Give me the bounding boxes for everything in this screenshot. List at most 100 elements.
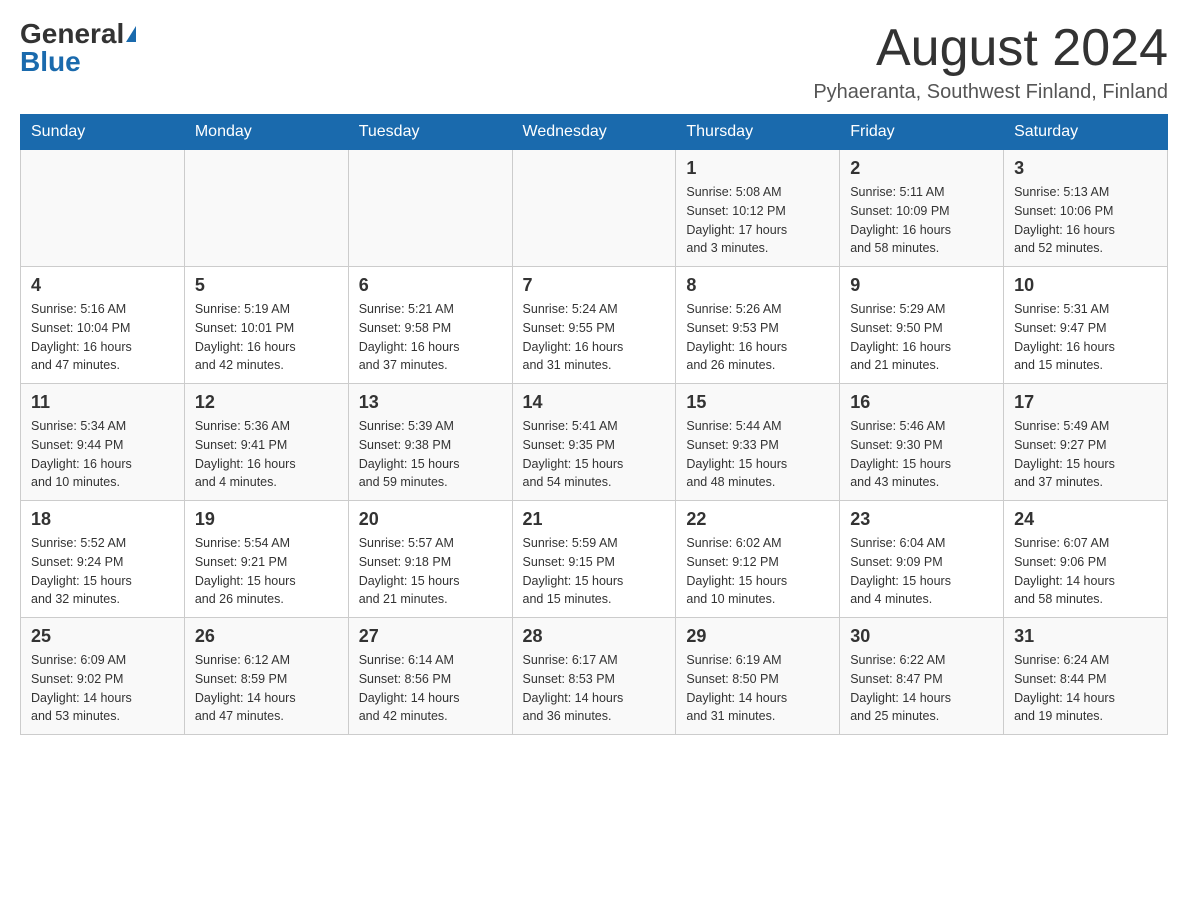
days-of-week-row: SundayMondayTuesdayWednesdayThursdayFrid… xyxy=(21,115,1168,150)
calendar-cell: 7 Sunrise: 5:24 AMSunset: 9:55 PMDaylight… xyxy=(512,267,676,384)
calendar-cell: 30Sunrise: 6:22 AMSunset: 8:47 PMDayligh… xyxy=(840,618,1004,735)
calendar-cell: 9 Sunrise: 5:29 AMSunset: 9:50 PMDaylight… xyxy=(840,267,1004,384)
calendar-header: SundayMondayTuesdayWednesdayThursdayFrid… xyxy=(21,115,1168,150)
day-info: Sunrise: 5:41 AMSunset: 9:35 PMDaylight:… xyxy=(523,417,666,492)
day-info: Sunrise: 6:24 AMSunset: 8:44 PMDaylight:… xyxy=(1014,651,1157,726)
calendar-cell: 31 Sunrise: 6:24 AMSunset: 8:44 PMDayligh… xyxy=(1004,618,1168,735)
calendar-cell xyxy=(512,150,676,267)
calendar-cell: 14 Sunrise: 5:41 AMSunset: 9:35 PMDayligh… xyxy=(512,384,676,501)
logo: General Blue xyxy=(20,20,136,76)
day-info: Sunrise: 5:39 AMSunset: 9:38 PMDaylight:… xyxy=(359,417,502,492)
day-number: 10 xyxy=(1014,275,1157,296)
day-number: 16 xyxy=(850,392,993,413)
day-number: 27 xyxy=(359,626,502,647)
day-number: 12 xyxy=(195,392,338,413)
day-number: 20 xyxy=(359,509,502,530)
calendar-cell xyxy=(21,150,185,267)
day-of-week-header: Thursday xyxy=(676,115,840,150)
title-section: August 2024 Pyhaeranta, Southwest Finlan… xyxy=(813,20,1168,104)
month-title: August 2024 xyxy=(813,20,1168,77)
calendar-cell: 13 Sunrise: 5:39 AMSunset: 9:38 PMDayligh… xyxy=(348,384,512,501)
day-info: Sunrise: 5:26 AMSunset: 9:53 PMDaylight:… xyxy=(686,300,829,375)
day-number: 31 xyxy=(1014,626,1157,647)
calendar-cell: 26 Sunrise: 6:12 AMSunset: 8:59 PMDayligh… xyxy=(184,618,348,735)
calendar-cell: 16 Sunrise: 5:46 AMSunset: 9:30 PMDayligh… xyxy=(840,384,1004,501)
calendar-cell xyxy=(348,150,512,267)
day-number: 5 xyxy=(195,275,338,296)
calendar-cell: 4 Sunrise: 5:16 AMSunset: 10:04 PMDayligh… xyxy=(21,267,185,384)
day-info: Sunrise: 5:59 AMSunset: 9:15 PMDaylight:… xyxy=(523,534,666,609)
calendar-cell: 29 Sunrise: 6:19 AMSunset: 8:50 PMDayligh… xyxy=(676,618,840,735)
day-number: 9 xyxy=(850,275,993,296)
day-number: 7 xyxy=(523,275,666,296)
calendar-body: 1Sunrise: 5:08 AMSunset: 10:12 PMDayligh… xyxy=(21,150,1168,735)
calendar-week-row: 25 Sunrise: 6:09 AMSunset: 9:02 PMDayligh… xyxy=(21,618,1168,735)
day-of-week-header: Tuesday xyxy=(348,115,512,150)
day-info: Sunrise: 5:11 AMSunset: 10:09 PMDaylight… xyxy=(850,183,993,258)
day-info: Sunrise: 6:09 AMSunset: 9:02 PMDaylight:… xyxy=(31,651,174,726)
day-info: Sunrise: 5:13 AMSunset: 10:06 PMDaylight… xyxy=(1014,183,1157,258)
day-info: Sunrise: 6:02 AMSunset: 9:12 PMDaylight:… xyxy=(686,534,829,609)
day-of-week-header: Sunday xyxy=(21,115,185,150)
day-of-week-header: Saturday xyxy=(1004,115,1168,150)
day-info: Sunrise: 5:16 AMSunset: 10:04 PMDaylight… xyxy=(31,300,174,375)
calendar-cell: 19Sunrise: 5:54 AMSunset: 9:21 PMDayligh… xyxy=(184,501,348,618)
day-number: 23 xyxy=(850,509,993,530)
day-number: 29 xyxy=(686,626,829,647)
day-number: 17 xyxy=(1014,392,1157,413)
logo-triangle-icon xyxy=(126,26,136,42)
calendar-cell: 8 Sunrise: 5:26 AMSunset: 9:53 PMDaylight… xyxy=(676,267,840,384)
day-info: Sunrise: 5:34 AMSunset: 9:44 PMDaylight:… xyxy=(31,417,174,492)
day-info: Sunrise: 5:19 AMSunset: 10:01 PMDaylight… xyxy=(195,300,338,375)
day-info: Sunrise: 6:12 AMSunset: 8:59 PMDaylight:… xyxy=(195,651,338,726)
day-info: Sunrise: 6:22 AMSunset: 8:47 PMDaylight:… xyxy=(850,651,993,726)
calendar-cell: 28 Sunrise: 6:17 AMSunset: 8:53 PMDayligh… xyxy=(512,618,676,735)
day-info: Sunrise: 5:29 AMSunset: 9:50 PMDaylight:… xyxy=(850,300,993,375)
day-number: 25 xyxy=(31,626,174,647)
calendar-week-row: 18Sunrise: 5:52 AMSunset: 9:24 PMDayligh… xyxy=(21,501,1168,618)
calendar-cell: 17Sunrise: 5:49 AMSunset: 9:27 PMDayligh… xyxy=(1004,384,1168,501)
day-number: 2 xyxy=(850,158,993,179)
day-number: 3 xyxy=(1014,158,1157,179)
day-of-week-header: Friday xyxy=(840,115,1004,150)
calendar-cell: 21 Sunrise: 5:59 AMSunset: 9:15 PMDayligh… xyxy=(512,501,676,618)
day-number: 28 xyxy=(523,626,666,647)
logo-blue-text: Blue xyxy=(20,48,81,76)
day-number: 19 xyxy=(195,509,338,530)
day-of-week-header: Wednesday xyxy=(512,115,676,150)
logo-general-text: General xyxy=(20,20,124,48)
day-info: Sunrise: 6:04 AMSunset: 9:09 PMDaylight:… xyxy=(850,534,993,609)
calendar-table: SundayMondayTuesdayWednesdayThursdayFrid… xyxy=(20,114,1168,735)
calendar-cell: 25 Sunrise: 6:09 AMSunset: 9:02 PMDayligh… xyxy=(21,618,185,735)
day-info: Sunrise: 6:17 AMSunset: 8:53 PMDaylight:… xyxy=(523,651,666,726)
page-header: General Blue August 2024 Pyhaeranta, Sou… xyxy=(20,20,1168,104)
day-info: Sunrise: 5:36 AMSunset: 9:41 PMDaylight:… xyxy=(195,417,338,492)
calendar-cell: 1Sunrise: 5:08 AMSunset: 10:12 PMDayligh… xyxy=(676,150,840,267)
calendar-cell: 11 Sunrise: 5:34 AMSunset: 9:44 PMDayligh… xyxy=(21,384,185,501)
day-info: Sunrise: 6:19 AMSunset: 8:50 PMDaylight:… xyxy=(686,651,829,726)
day-number: 4 xyxy=(31,275,174,296)
calendar-week-row: 4 Sunrise: 5:16 AMSunset: 10:04 PMDayligh… xyxy=(21,267,1168,384)
calendar-cell: 12 Sunrise: 5:36 AMSunset: 9:41 PMDayligh… xyxy=(184,384,348,501)
day-number: 21 xyxy=(523,509,666,530)
day-info: Sunrise: 5:24 AMSunset: 9:55 PMDaylight:… xyxy=(523,300,666,375)
calendar-cell: 3 Sunrise: 5:13 AMSunset: 10:06 PMDayligh… xyxy=(1004,150,1168,267)
day-number: 14 xyxy=(523,392,666,413)
day-number: 8 xyxy=(686,275,829,296)
calendar-week-row: 1Sunrise: 5:08 AMSunset: 10:12 PMDayligh… xyxy=(21,150,1168,267)
calendar-cell: 10Sunrise: 5:31 AMSunset: 9:47 PMDayligh… xyxy=(1004,267,1168,384)
day-info: Sunrise: 5:46 AMSunset: 9:30 PMDaylight:… xyxy=(850,417,993,492)
day-of-week-header: Monday xyxy=(184,115,348,150)
day-info: Sunrise: 6:07 AMSunset: 9:06 PMDaylight:… xyxy=(1014,534,1157,609)
calendar-cell: 18Sunrise: 5:52 AMSunset: 9:24 PMDayligh… xyxy=(21,501,185,618)
calendar-cell: 27Sunrise: 6:14 AMSunset: 8:56 PMDayligh… xyxy=(348,618,512,735)
calendar-cell: 23 Sunrise: 6:04 AMSunset: 9:09 PMDayligh… xyxy=(840,501,1004,618)
day-number: 13 xyxy=(359,392,502,413)
day-number: 24 xyxy=(1014,509,1157,530)
day-number: 1 xyxy=(686,158,829,179)
calendar-cell xyxy=(184,150,348,267)
calendar-cell: 15Sunrise: 5:44 AMSunset: 9:33 PMDayligh… xyxy=(676,384,840,501)
day-info: Sunrise: 5:44 AMSunset: 9:33 PMDaylight:… xyxy=(686,417,829,492)
day-number: 26 xyxy=(195,626,338,647)
day-number: 11 xyxy=(31,392,174,413)
